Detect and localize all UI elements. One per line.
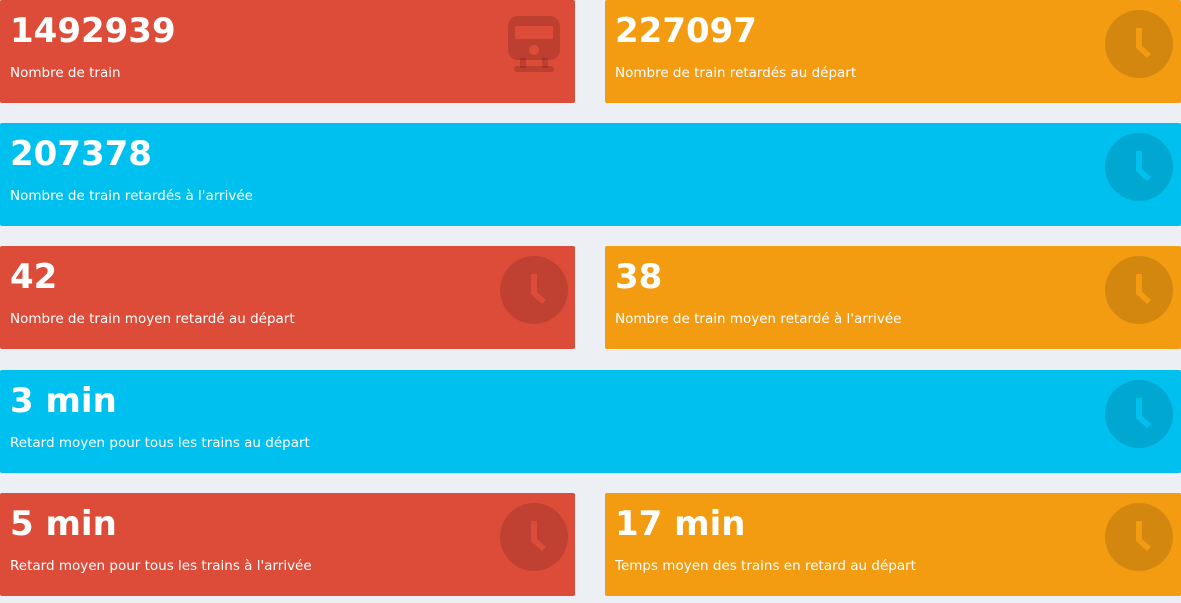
stat-box-total-trains: 1492939 Nombre de train bbox=[0, 0, 575, 103]
stat-value: 38 bbox=[615, 257, 663, 297]
stat-box-avg-delayed-departure: 42 Nombre de train moyen retardé au dépa… bbox=[0, 246, 575, 349]
stat-label: Temps moyen des trains en retard au dépa… bbox=[615, 558, 916, 574]
stat-value: 17 min bbox=[615, 504, 746, 544]
stat-box-delayed-departure: 227097 Nombre de train retardés au dépar… bbox=[605, 0, 1181, 103]
stat-value: 3 min bbox=[10, 381, 117, 421]
clock-icon bbox=[1105, 380, 1173, 448]
stat-value: 207378 bbox=[10, 134, 152, 174]
stat-label: Retard moyen pour tous les trains au dép… bbox=[10, 435, 310, 451]
stat-box-avg-delay-arrival: 5 min Retard moyen pour tous les trains … bbox=[0, 493, 575, 596]
stat-value: 1492939 bbox=[10, 11, 176, 51]
stat-label: Nombre de train bbox=[10, 65, 121, 81]
stat-label: Nombre de train retardés à l'arrivée bbox=[10, 188, 253, 204]
stat-label: Nombre de train moyen retardé au départ bbox=[10, 311, 295, 327]
clock-icon bbox=[1105, 133, 1173, 201]
clock-icon bbox=[1105, 10, 1173, 78]
stat-box-delayed-arrival: 207378 Nombre de train retardés à l'arri… bbox=[0, 123, 1181, 226]
stat-value: 227097 bbox=[615, 11, 757, 51]
stat-label: Nombre de train retardés au départ bbox=[615, 65, 857, 81]
clock-icon bbox=[1105, 503, 1173, 571]
stat-value: 42 bbox=[10, 257, 58, 297]
clock-icon bbox=[1105, 256, 1173, 324]
stat-label: Nombre de train moyen retardé à l'arrivé… bbox=[615, 311, 902, 327]
clock-icon bbox=[500, 256, 568, 324]
stat-value: 5 min bbox=[10, 504, 117, 544]
stat-label: Retard moyen pour tous les trains à l'ar… bbox=[10, 558, 312, 574]
clock-icon bbox=[500, 503, 568, 571]
train-icon bbox=[500, 10, 568, 78]
stat-box-avg-delayed-arrival: 38 Nombre de train moyen retardé à l'arr… bbox=[605, 246, 1181, 349]
stat-box-avg-time-delayed-departure: 17 min Temps moyen des trains en retard … bbox=[605, 493, 1181, 596]
stat-box-avg-delay-departure: 3 min Retard moyen pour tous les trains … bbox=[0, 370, 1181, 473]
